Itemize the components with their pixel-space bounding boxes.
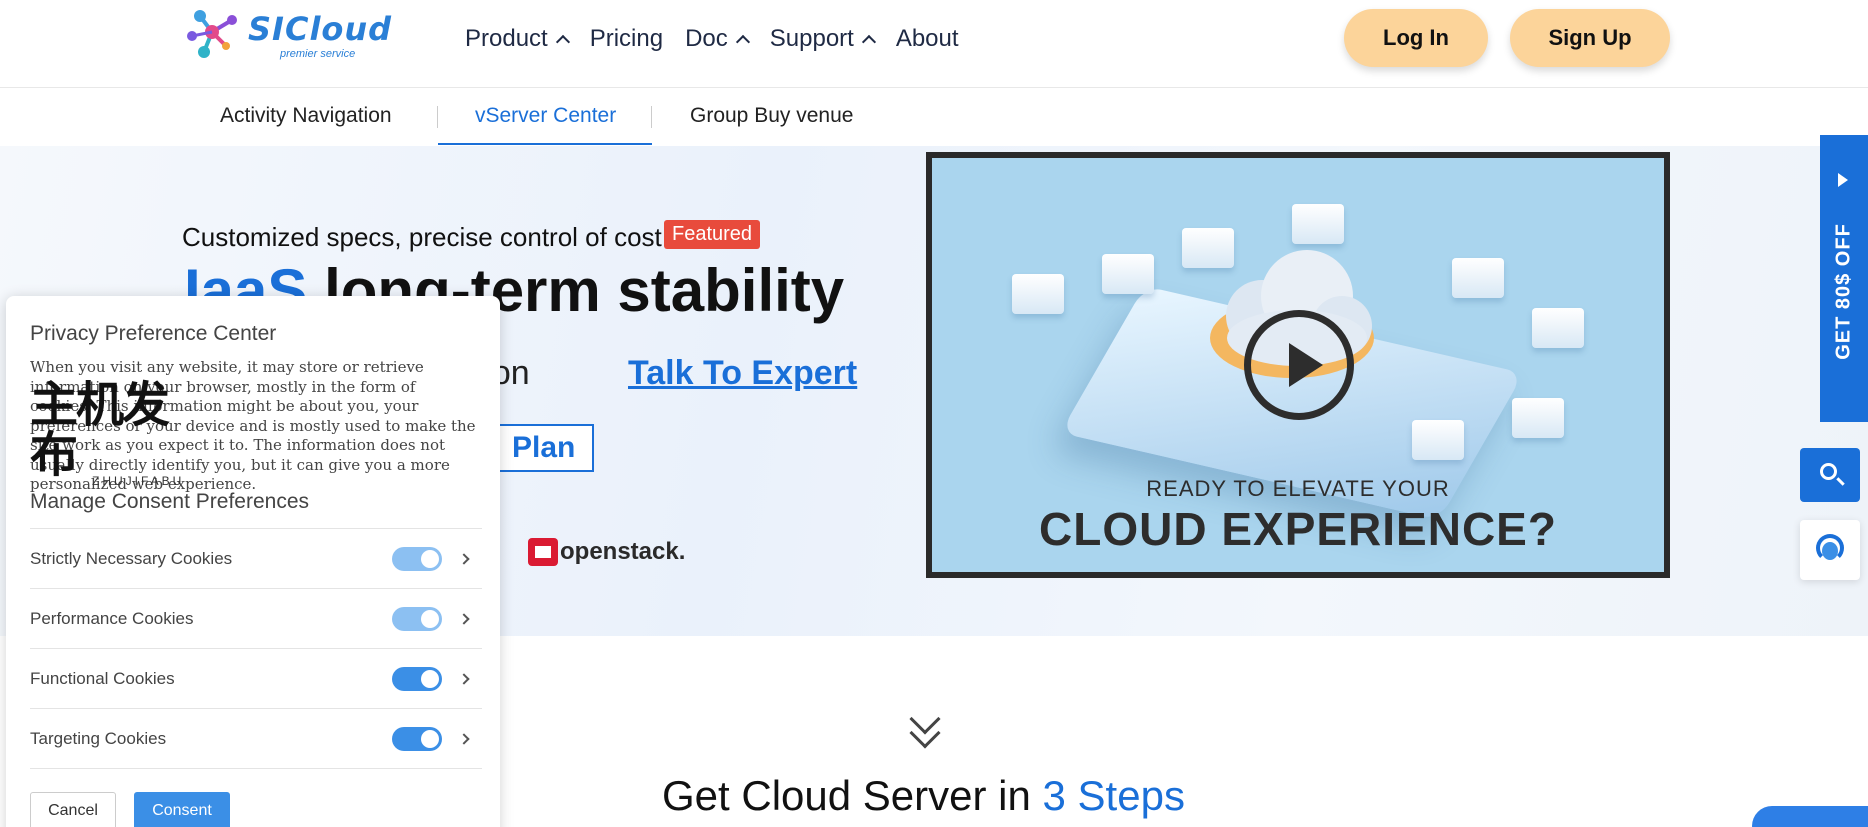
privacy-panel-title: Privacy Preference Center — [30, 322, 277, 345]
video-headline-small: READY TO ELEVATE YOUR — [1146, 476, 1450, 501]
privacy-preference-panel: Privacy Preference Center When you visit… — [6, 296, 500, 827]
openstack-wordmark: openstack. — [560, 538, 686, 565]
chevron-right-icon[interactable] — [458, 672, 470, 685]
consent-row-strictly-necessary[interactable]: Strictly Necessary Cookies — [30, 528, 482, 588]
video-headline-large: CLOUD EXPERIENCE? — [1039, 503, 1557, 555]
double-chevron-down-icon[interactable] — [906, 703, 946, 752]
targeting-toggle[interactable] — [392, 726, 442, 751]
nav-pricing[interactable]: Pricing — [590, 24, 663, 54]
support-agent-icon — [1822, 542, 1838, 560]
subnav-vserver-center[interactable]: vServer Center — [475, 104, 616, 128]
consent-list-divider — [30, 768, 482, 769]
sicloud-logo[interactable]: SICloud premier service — [186, 6, 396, 64]
ai-assistant-button[interactable] — [1752, 806, 1868, 827]
floating-search-button[interactable] — [1800, 448, 1860, 502]
chevron-right-icon[interactable] — [458, 552, 470, 565]
chevron-right-icon[interactable] — [458, 612, 470, 625]
site-header: SICloud premier service Product Pricing … — [0, 0, 1868, 88]
nav-doc[interactable]: Doc — [685, 24, 750, 54]
consent-row-label: Targeting Cookies — [30, 728, 167, 748]
floating-support-button[interactable] — [1800, 520, 1860, 580]
server-illustration — [1012, 274, 1064, 314]
nav-pricing-label: Pricing — [589, 25, 664, 52]
manage-consent-title: Manage Consent Preferences — [30, 490, 309, 513]
consent-row-performance[interactable]: Performance Cookies — [30, 588, 482, 648]
molecule-logo-icon — [187, 10, 237, 58]
chevron-up-icon — [555, 34, 570, 50]
signup-button[interactable]: Sign Up — [1510, 9, 1670, 67]
consent-button[interactable]: Consent — [134, 792, 230, 827]
consent-row-label: Performance Cookies — [30, 608, 194, 628]
promo-text: GET 80$ OFF — [1832, 223, 1855, 360]
subnav-group-buy-venue[interactable]: Group Buy venue — [690, 104, 853, 128]
chevron-right-icon[interactable] — [458, 732, 470, 745]
promo-video[interactable]: READY TO ELEVATE YOUR CLOUD EXPERIENCE? — [926, 152, 1670, 578]
server-illustration — [1452, 258, 1504, 298]
server-illustration — [1412, 420, 1464, 460]
zhujifabu-watermark: 主机发布 ZHUJIFABU — [30, 380, 210, 488]
nav-about[interactable]: About — [896, 24, 959, 54]
main-nav: Product Pricing Doc Support About — [465, 24, 981, 54]
strictly-necessary-toggle[interactable] — [392, 546, 442, 571]
functional-toggle[interactable] — [392, 666, 442, 691]
logo-tagline: premier service — [280, 48, 356, 60]
watermark-main-text: 主机发布 — [30, 377, 170, 483]
steps-heading: Get Cloud Server in 3 Steps — [662, 772, 1185, 820]
featured-badge: Featured — [664, 220, 761, 249]
nav-product[interactable]: Product — [465, 24, 570, 54]
watermark-sub-text: ZHUJIFABU — [92, 474, 185, 488]
plan-button[interactable]: Plan — [498, 424, 594, 472]
consent-list: Strictly Necessary Cookies Performance C… — [30, 528, 482, 769]
nav-support-label: Support — [769, 25, 854, 52]
active-tab-indicator — [438, 143, 652, 145]
nav-product-label: Product — [465, 25, 548, 52]
chevron-up-icon — [861, 34, 876, 50]
discount-promo-tab[interactable]: GET 80$ OFF — [1820, 135, 1868, 422]
play-icon[interactable] — [1244, 310, 1354, 420]
server-illustration — [1512, 398, 1564, 438]
subnav-divider — [651, 106, 652, 128]
nav-doc-label: Doc — [685, 25, 728, 52]
performance-toggle[interactable] — [392, 606, 442, 631]
login-button[interactable]: Log In — [1344, 9, 1488, 67]
openstack-logo: openstack. — [528, 538, 685, 566]
cancel-button[interactable]: Cancel — [30, 792, 116, 827]
steps-heading-highlight: 3 Steps — [1042, 772, 1185, 819]
talk-to-expert-link[interactable]: Talk To Expert — [628, 354, 857, 393]
consent-row-targeting[interactable]: Targeting Cookies — [30, 708, 482, 768]
nav-about-label: About — [895, 25, 959, 52]
consent-row-label: Strictly Necessary Cookies — [30, 548, 233, 568]
steps-heading-prefix: Get Cloud Server in — [662, 772, 1031, 819]
subnav-divider — [437, 106, 438, 128]
sub-navigation: Activity Navigation vServer Center Group… — [0, 88, 1868, 146]
server-illustration — [1102, 254, 1154, 294]
nav-support[interactable]: Support — [769, 24, 876, 54]
logo-wordmark: SICloud — [248, 10, 393, 48]
search-icon — [1820, 463, 1837, 480]
consent-row-label: Functional Cookies — [30, 668, 175, 688]
consent-row-functional[interactable]: Functional Cookies — [30, 648, 482, 708]
server-illustration — [1532, 308, 1584, 348]
hero-tagline: Customized specs, precise control of cos… — [182, 222, 662, 252]
openstack-icon — [528, 538, 558, 566]
chevron-up-icon — [735, 34, 750, 50]
arrow-right-icon — [1838, 173, 1848, 187]
subnav-activity-navigation[interactable]: Activity Navigation — [220, 104, 392, 128]
